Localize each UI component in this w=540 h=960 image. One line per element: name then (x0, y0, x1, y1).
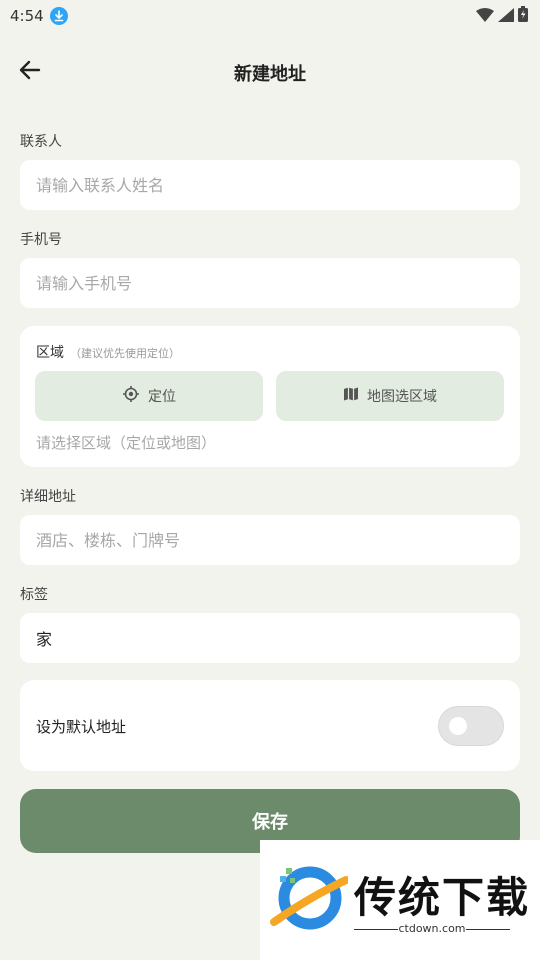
download-icon (49, 7, 68, 25)
map-icon (343, 386, 359, 406)
wifi-icon (476, 7, 494, 26)
watermark-rule-right (466, 929, 510, 930)
address-label: 详细地址 (20, 489, 76, 505)
toggle-knob (449, 717, 467, 735)
region-hint: （建议优先使用定位） (70, 347, 180, 360)
status-time: 4:54 (10, 7, 44, 25)
region-selection[interactable]: 请选择区域（定位或地图） (36, 432, 216, 453)
app-bar: 新建地址 (0, 44, 540, 100)
map-select-button[interactable]: 地图选区域 (276, 371, 504, 421)
map-select-label: 地图选区域 (367, 389, 437, 405)
locate-icon (122, 385, 140, 407)
region-label: 区域 (36, 345, 64, 361)
default-address-card: 设为默认地址 (20, 680, 520, 771)
tag-input[interactable] (20, 613, 520, 663)
phone-label: 手机号 (20, 232, 62, 248)
locate-label: 定位 (148, 389, 176, 405)
watermark-logo-icon (268, 862, 350, 942)
contact-label: 联系人 (20, 134, 62, 150)
watermark-brand: 传统下载 (354, 873, 531, 922)
locate-button[interactable]: 定位 (35, 371, 263, 421)
address-input[interactable] (20, 515, 520, 565)
region-card: 区域 （建议优先使用定位） 定位 地图选区域 请选择区域（定位或地图） (20, 326, 520, 467)
watermark: 传统下载 ctdown.com (260, 840, 540, 960)
default-address-label: 设为默认地址 (36, 718, 127, 736)
tag-label: 标签 (20, 587, 48, 603)
phone-input[interactable] (20, 258, 520, 308)
status-bar: 4:54 (0, 0, 540, 32)
region-title: 区域 （建议优先使用定位） (36, 342, 180, 362)
default-address-toggle[interactable] (438, 706, 504, 746)
signal-icon (498, 7, 514, 26)
battery-icon (518, 6, 528, 26)
page-title: 新建地址 (234, 64, 306, 85)
contact-name-input[interactable] (20, 160, 520, 210)
